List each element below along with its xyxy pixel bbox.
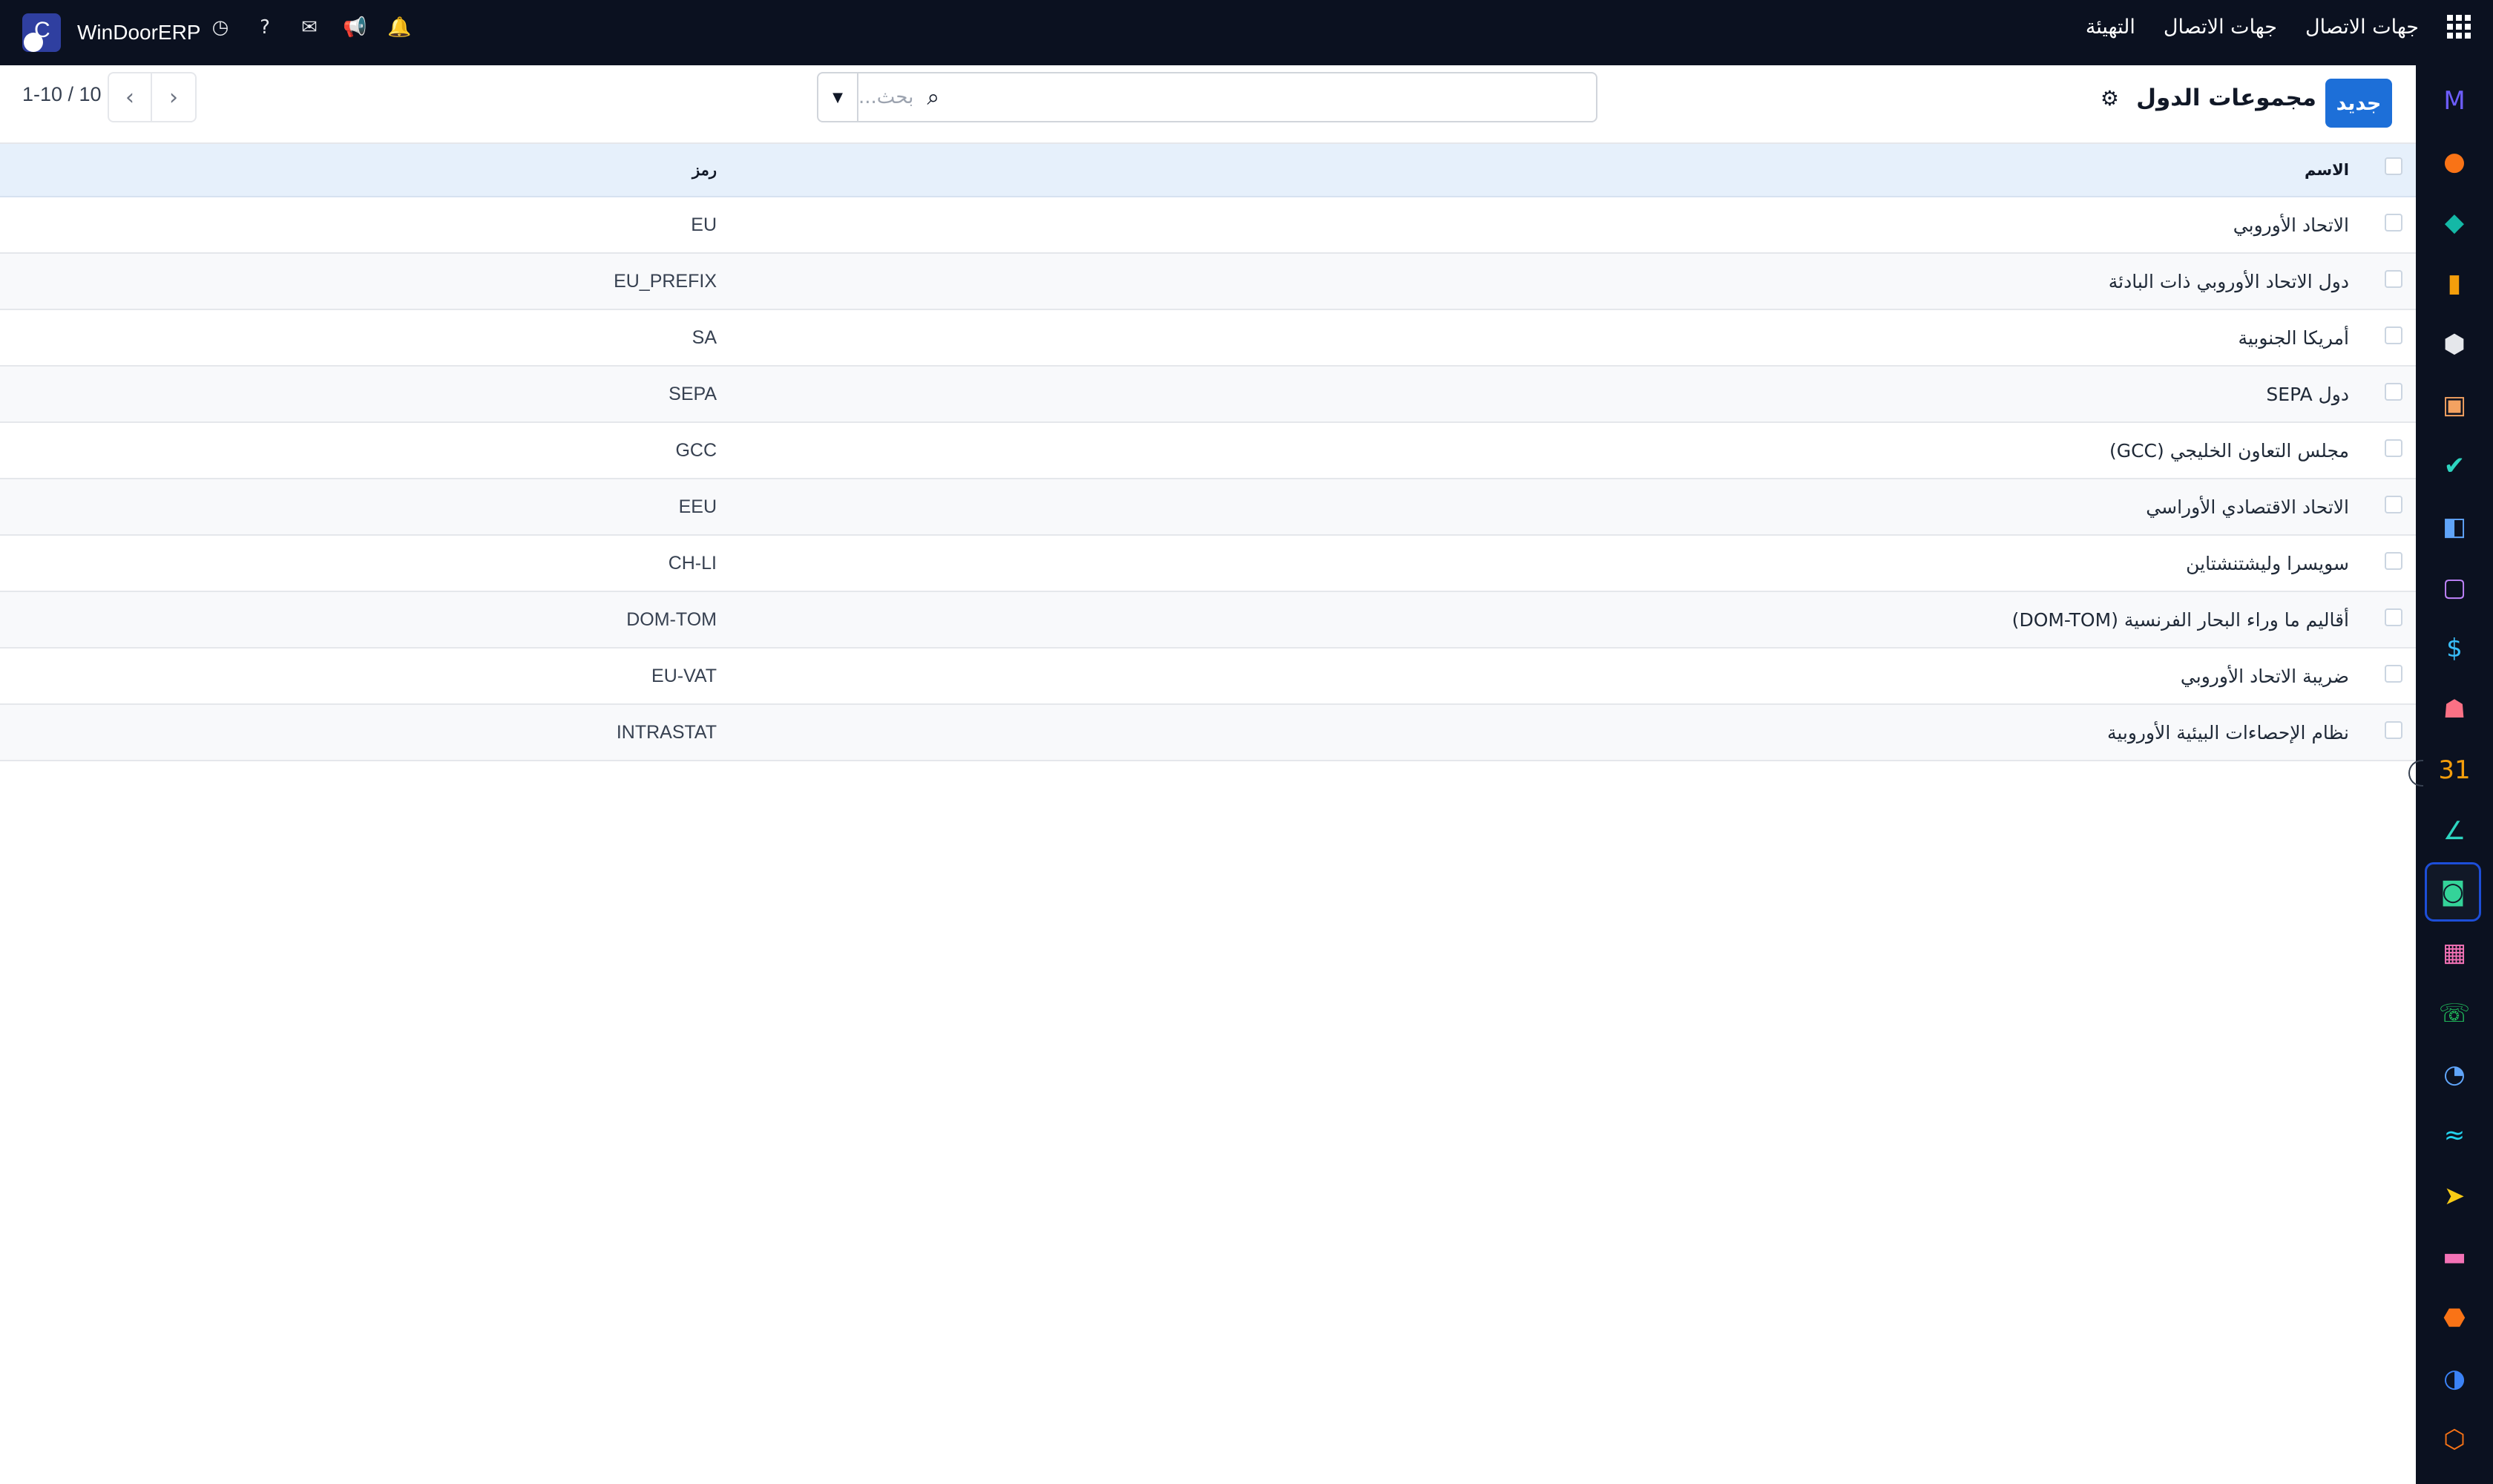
app-website-icon[interactable]: ≈: [2434, 1114, 2475, 1156]
cell-name: دول SEPA: [2266, 383, 2349, 405]
cell-name: أمريكا الجنوبية: [2238, 326, 2349, 349]
app-marketing-icon[interactable]: M: [2434, 80, 2475, 122]
row-checkbox[interactable]: [2385, 496, 2402, 513]
new-button[interactable]: جديد: [2325, 79, 2392, 128]
cell-name: الاتحاد الأوروبي: [2233, 214, 2349, 236]
row-checkbox[interactable]: [2385, 552, 2402, 570]
cell-code: EU: [691, 214, 717, 235]
row-checkbox[interactable]: [2385, 383, 2402, 401]
app-timesheet-icon[interactable]: ◔: [2434, 1054, 2475, 1095]
table-header: الاسم رمز: [0, 142, 2416, 197]
select-all-checkbox[interactable]: [2385, 157, 2402, 175]
cell-name: نظام الإحصاءات البيئية الأوروبية: [2106, 721, 2349, 743]
search-icon[interactable]: ⌕: [927, 85, 939, 111]
row-checkbox[interactable]: [2385, 665, 2402, 683]
menu-contacts[interactable]: جهات الاتصال: [2164, 16, 2277, 39]
app-sign-icon[interactable]: ∠: [2434, 810, 2475, 852]
brand: C WinDoorERP: [22, 13, 200, 52]
row-checkbox[interactable]: [2385, 721, 2402, 739]
cell-name: الاتحاد الاقتصادي الأوراسي: [2146, 496, 2349, 518]
app-purchase-icon[interactable]: ▢: [2434, 567, 2475, 608]
column-header-code[interactable]: رمز: [692, 144, 717, 196]
cell-name: دول الاتحاد الأوروبي ذات البادئة: [2108, 270, 2349, 292]
table-row[interactable]: الاتحاد الاقتصادي الأوراسي EEU: [0, 479, 2416, 536]
menu-configuration[interactable]: التهيئة: [2086, 16, 2135, 39]
row-checkbox[interactable]: [2385, 439, 2402, 457]
app-settings-icon[interactable]: ⬡: [2434, 1419, 2475, 1460]
cell-code: EU_PREFIX: [614, 270, 717, 292]
table-row[interactable]: ضريبة الاتحاد الأوروبي EU-VAT: [0, 649, 2416, 705]
page-title: مجموعات الدول: [2136, 85, 2316, 111]
chevron-right-icon: ›: [169, 84, 178, 111]
cell-code: INTRASTAT: [616, 721, 717, 743]
app-contacts-icon[interactable]: ◙: [2425, 862, 2481, 922]
menu-app-contacts[interactable]: جهات الاتصال: [2305, 16, 2419, 39]
app-invoicing-icon[interactable]: $: [2434, 628, 2475, 669]
help-icon[interactable]: ?: [254, 16, 276, 39]
sidebar-collapse-handle[interactable]: [2408, 760, 2423, 787]
app-project-icon[interactable]: ✔: [2434, 445, 2475, 487]
table-row[interactable]: أقاليم ما وراء البحار الفرنسية (DOM-TOM)…: [0, 592, 2416, 649]
chat-icon[interactable]: ✉: [298, 16, 321, 39]
cell-code: CH-LI: [668, 552, 717, 574]
app-calendar-icon[interactable]: 31: [2434, 749, 2475, 791]
megaphone-icon[interactable]: 📢: [343, 16, 367, 39]
app-dashboards-icon[interactable]: ▦: [2434, 932, 2475, 974]
row-checkbox[interactable]: [2385, 214, 2402, 232]
search-placeholder: بحث...: [858, 86, 914, 108]
clock-icon[interactable]: ◷: [209, 16, 231, 39]
app-reporting-icon[interactable]: ◑: [2434, 1358, 2475, 1399]
table-row[interactable]: أمريكا الجنوبية SA: [0, 310, 2416, 367]
app-discuss-icon[interactable]: ●: [2434, 141, 2475, 183]
brand-name[interactable]: WinDoorERP: [77, 21, 200, 45]
row-checkbox[interactable]: [2385, 608, 2402, 626]
top-menu: جهات الاتصال جهات الاتصال التهيئة: [2086, 15, 2471, 39]
bell-icon[interactable]: 🔔: [387, 16, 411, 39]
cell-name: ضريبة الاتحاد الأوروبي: [2180, 665, 2349, 687]
search-input[interactable]: ⌕ بحث...: [858, 73, 1596, 121]
cell-code: DOM-TOM: [626, 608, 717, 630]
column-header-name[interactable]: الاسم: [2305, 144, 2349, 196]
apps-grid-icon[interactable]: [2447, 15, 2471, 39]
app-manufacturing-icon[interactable]: ⬣: [2434, 1297, 2475, 1339]
app-sales-icon[interactable]: ▮: [2434, 263, 2475, 304]
cell-name: مجلس التعاون الخليجي (GCC): [2109, 439, 2349, 462]
systray: ◷ ? ✉ 📢 🔔: [209, 16, 412, 39]
top-navbar: C WinDoorERP ◷ ? ✉ 📢 🔔 جهات الاتصال جهات…: [0, 0, 2493, 65]
chevron-left-icon: ‹: [125, 84, 134, 111]
cell-code: EU-VAT: [651, 665, 717, 686]
search-options-toggle[interactable]: ▼: [818, 73, 858, 121]
table-row[interactable]: مجلس التعاون الخليجي (GCC) GCC: [0, 423, 2416, 479]
table-row[interactable]: دول الاتحاد الأوروبي ذات البادئة EU_PREFI…: [0, 254, 2416, 310]
row-checkbox[interactable]: [2385, 326, 2402, 344]
company-logo[interactable]: C: [22, 13, 61, 52]
row-checkbox[interactable]: [2385, 270, 2402, 288]
app-whatsapp-icon[interactable]: ☏: [2434, 993, 2475, 1034]
app-knowledge-icon[interactable]: ◧: [2434, 506, 2475, 548]
cell-code: GCC: [675, 439, 717, 461]
table-row[interactable]: دول SEPA SEPA: [0, 367, 2416, 423]
cell-code: SEPA: [669, 383, 717, 404]
cell-name: سويسرا وليشتنشتاين: [2186, 552, 2349, 574]
app-sidebar: M ● ◆ ▮ ⬢ ▣ ✔ ◧ ▢ $ ☗ 31 ∠ ◙ ▦ ☏ ◔ ≈ ➤ ▬ ⬣ ◑ ⬡: [2408, 65, 2493, 1484]
cell-code: SA: [692, 326, 717, 348]
app-payroll-icon[interactable]: ▬: [2434, 1236, 2475, 1278]
table-row[interactable]: نظام الإحصاءات البيئية الأوروبية INTRASTA…: [0, 705, 2416, 761]
app-crm-icon[interactable]: ◆: [2434, 202, 2475, 243]
app-email-icon[interactable]: ➤: [2434, 1175, 2475, 1217]
search-box: ▼ ⌕ بحث...: [817, 72, 1597, 122]
list-table: الاسم رمز الاتحاد الأوروبي EU دول الاتحاد …: [0, 142, 2416, 761]
table-row[interactable]: سويسرا وليشتنشتاين CH-LI: [0, 536, 2416, 592]
cell-code: EEU: [678, 496, 717, 517]
pager-previous-button[interactable]: ‹: [108, 72, 152, 122]
app-employees-icon[interactable]: ▣: [2434, 384, 2475, 426]
table-row[interactable]: الاتحاد الأوروبي EU: [0, 197, 2416, 254]
app-team-icon[interactable]: ☗: [2434, 689, 2475, 730]
gear-icon[interactable]: ⚙: [2101, 86, 2119, 111]
app-inventory-icon[interactable]: ⬢: [2434, 324, 2475, 365]
pager-value[interactable]: 1-10 / 10: [22, 83, 102, 106]
cell-name: أقاليم ما وراء البحار الفرنسية (DOM-TOM): [2011, 608, 2349, 631]
pager-next-button[interactable]: ›: [152, 72, 197, 122]
